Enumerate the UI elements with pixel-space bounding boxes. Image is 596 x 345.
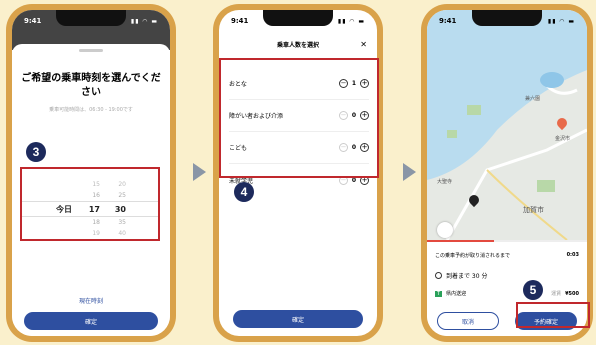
modal-title: 乗車人数を選択 (276, 41, 319, 49)
status-icons: ▮▮ ◠ ▬ (337, 17, 365, 25)
arrival-time: 到着まで 30 分 (446, 273, 488, 280)
progress-fill (427, 240, 495, 242)
modal-header: 乗車人数を選択 ✕ (219, 34, 377, 54)
cancel-button[interactable]: 取消 (437, 312, 499, 330)
now-time-link[interactable]: 現在時刻 (12, 296, 170, 305)
route-map[interactable]: 兼六園 金沢市 大聖寺 加賀市 (427, 10, 587, 240)
status-time: 9:41 (439, 17, 457, 25)
highlight-reserve-button (516, 302, 590, 328)
status-time: 9:41 (231, 17, 249, 25)
fare-row: T 県内送迎 運賃 ¥500 (435, 290, 579, 297)
map-label: 加賀市 (523, 206, 544, 214)
status-icons: ▮▮ ◠ ▬ (547, 17, 575, 25)
fare-amount: ¥500 (565, 290, 579, 297)
step-number-5: 5 (523, 280, 543, 300)
notice-row: この乗車予約が取り消されるまで 0:03 (435, 252, 579, 259)
screen-reservation: 9:41 ▮▮ ◠ ▬ 兼六園 金沢市 大聖寺 加賀市 この乗車予約が取り消され… (427, 10, 587, 336)
sheet-subtitle: 乗車可能時間は、06:30 - 19:00です (49, 107, 133, 113)
highlight-passenger-list (219, 58, 379, 178)
close-icon[interactable]: ✕ (360, 40, 367, 49)
status-icons: ▮▮ ◠ ▬ (130, 17, 158, 25)
phone-reservation: 9:41 ▮▮ ◠ ▬ 兼六園 金沢市 大聖寺 加賀市 この乗車予約が取り消され… (421, 4, 593, 342)
status-bar: 9:41 ▮▮ ◠ ▬ (12, 14, 170, 28)
fare-label: 運賃 (551, 291, 562, 297)
step-number-4: 4 (234, 182, 254, 202)
status-time: 9:41 (24, 17, 42, 25)
confirm-button[interactable]: 確定 (233, 310, 363, 328)
arrival-row: 到着まで 30 分 (435, 271, 579, 280)
map-label: 金沢市 (555, 136, 571, 142)
clock-icon (435, 272, 442, 279)
status-bar: 9:41 ▮▮ ◠ ▬ (219, 14, 377, 28)
location-button-icon[interactable] (437, 222, 453, 238)
map-label: 大聖寺 (437, 179, 453, 185)
sheet-title: ご希望の乗車時刻を選んでください (21, 73, 161, 98)
countdown: 0:03 (566, 252, 579, 258)
map-label: 兼六園 (525, 96, 541, 102)
highlight-time-picker (20, 167, 160, 241)
progress-bar (427, 240, 587, 242)
confirm-button[interactable]: 確定 (24, 312, 158, 330)
step-number-3: 3 (26, 142, 46, 162)
cancel-notice: この乗車予約が取り消されるまで (435, 253, 511, 259)
route-badge: T (435, 290, 443, 297)
status-bar: 9:41 ▮▮ ◠ ▬ (427, 14, 587, 28)
next-arrow-icon (193, 163, 206, 181)
next-arrow-icon (403, 163, 416, 181)
